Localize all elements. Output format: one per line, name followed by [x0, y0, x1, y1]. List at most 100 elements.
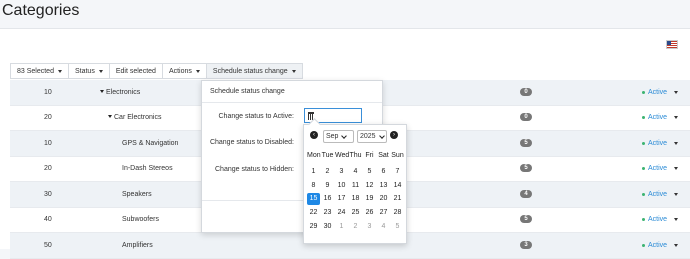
day-cell[interactable]: 16 — [321, 195, 334, 202]
day-cell[interactable]: 29 — [307, 223, 320, 230]
status-dot-icon — [642, 142, 645, 145]
product-count-badge: 5 — [520, 139, 532, 147]
weekday-label: Thu — [349, 152, 362, 159]
status-dot-icon — [642, 116, 645, 119]
day-cell[interactable]: 2 — [349, 223, 362, 230]
us-flag-icon[interactable] — [666, 40, 678, 49]
day-cell[interactable]: 25 — [349, 209, 362, 216]
hidden-date-label: Change status to Hidden: — [215, 166, 294, 173]
selected-count-label: 83 Selected — [17, 67, 54, 75]
day-cell[interactable]: 3 — [335, 168, 348, 175]
category-name[interactable]: Subwoofers — [122, 216, 159, 223]
status-dropdown[interactable]: Active — [642, 216, 679, 223]
expand-icon[interactable] — [108, 115, 112, 118]
position-cell: 30 — [44, 191, 52, 198]
day-cell[interactable]: 18 — [349, 195, 362, 202]
day-cell[interactable]: 22 — [307, 209, 320, 216]
product-count-badge: 5 — [520, 164, 532, 172]
day-cell[interactable]: 19 — [363, 195, 376, 202]
day-cell[interactable]: 27 — [377, 209, 390, 216]
status-dropdown[interactable]: Active — [642, 114, 679, 121]
weekday-label: Fri — [365, 152, 374, 159]
category-name[interactable]: Electronics — [100, 89, 140, 96]
day-cell[interactable]: 9 — [321, 182, 334, 189]
expand-icon[interactable] — [100, 90, 104, 93]
caret-down-icon — [674, 218, 679, 221]
status-label: Active — [648, 191, 668, 198]
category-name[interactable]: Car Electronics — [108, 114, 161, 121]
status-dropdown[interactable]: Active — [642, 89, 679, 96]
category-name[interactable]: In-Dash Stereos — [122, 165, 173, 172]
day-cell[interactable]: 2 — [321, 168, 334, 175]
page-title: Categories — [2, 2, 80, 19]
weekday-label: Sat — [378, 152, 389, 159]
day-cell[interactable]: 20 — [377, 195, 390, 202]
category-name[interactable]: Speakers — [122, 191, 152, 198]
day-cell[interactable]: 8 — [307, 182, 320, 189]
day-cell[interactable]: 21 — [391, 195, 404, 202]
caret-down-icon — [195, 69, 200, 73]
caret-down-icon — [674, 142, 679, 145]
status-button-label: Status — [74, 67, 95, 75]
status-dropdown[interactable]: Active — [642, 191, 679, 198]
product-count-badge: 5 — [520, 215, 532, 223]
day-cell[interactable]: 30 — [321, 223, 334, 230]
status-dropdown[interactable]: Active — [642, 165, 679, 172]
weekday-label: Wed — [335, 152, 350, 159]
caret-down-icon — [674, 244, 679, 247]
caret-down-icon — [291, 69, 296, 73]
bulk-toolbar: 83 Selected Status Edit selected Actions… — [10, 63, 303, 79]
day-cell[interactable]: 5 — [363, 168, 376, 175]
status-dropdown[interactable]: Active — [642, 140, 679, 147]
status-dot-icon — [642, 91, 645, 94]
status-dot-icon — [642, 218, 645, 221]
day-cell[interactable]: 28 — [391, 209, 404, 216]
status-dot-icon — [642, 193, 645, 196]
position-cell: 20 — [44, 114, 52, 121]
day-cell[interactable]: 17 — [335, 195, 348, 202]
day-cell[interactable]: 23 — [321, 209, 334, 216]
day-cell[interactable]: 12 — [363, 182, 376, 189]
active-date-label: Change status to Active: — [218, 113, 295, 120]
date-picker: ‹ Sep 2025 › Mon Tue Wed Thu Fri Sat Sun 1 2 3 4 5 6… — [303, 124, 407, 244]
selected-day-cell[interactable]: 15 — [307, 193, 320, 205]
status-dot-icon — [642, 167, 645, 170]
category-name[interactable]: GPS & Navigation — [122, 140, 178, 147]
day-cell[interactable]: 4 — [377, 223, 390, 230]
position-cell: 20 — [44, 165, 52, 172]
status-button[interactable]: Status — [67, 63, 109, 79]
day-cell[interactable]: 26 — [363, 209, 376, 216]
dropdown-title: Schedule status change — [202, 81, 382, 103]
edit-selected-button[interactable]: Edit selected — [108, 63, 162, 79]
day-cell[interactable]: 4 — [349, 168, 362, 175]
weekday-label: Mon — [307, 152, 321, 159]
caret-down-icon — [674, 167, 679, 170]
actions-button-label: Actions — [168, 67, 192, 75]
actions-button[interactable]: Actions — [161, 63, 206, 79]
caret-down-icon — [674, 193, 679, 196]
status-label: Active — [648, 140, 668, 147]
weekday-label: Sun — [391, 152, 404, 159]
day-cell[interactable]: 6 — [377, 168, 390, 175]
schedule-status-label: Schedule status change — [212, 67, 288, 75]
status-label: Active — [648, 216, 668, 223]
schedule-status-button[interactable]: Schedule status change — [205, 63, 303, 79]
day-cell[interactable]: 13 — [377, 182, 390, 189]
status-label: Active — [648, 89, 668, 96]
day-cell[interactable]: 5 — [391, 223, 404, 230]
day-cell[interactable]: 14 — [391, 182, 404, 189]
status-label: Active — [648, 165, 668, 172]
position-cell: 10 — [44, 89, 52, 96]
day-cell[interactable]: 1 — [335, 223, 348, 230]
day-cell[interactable]: 7 — [391, 168, 404, 175]
selected-count-button[interactable]: 83 Selected — [10, 63, 68, 79]
day-cell[interactable]: 1 — [307, 168, 320, 175]
day-cell[interactable]: 10 — [335, 182, 348, 189]
day-cell[interactable]: 11 — [349, 182, 362, 189]
position-cell: 40 — [44, 216, 52, 223]
day-cell[interactable]: 3 — [363, 223, 376, 230]
day-cell[interactable]: 24 — [335, 209, 348, 216]
product-count-badge: 0 — [520, 113, 532, 121]
caret-down-icon — [98, 69, 103, 73]
weekday-label: Tue — [321, 152, 334, 159]
